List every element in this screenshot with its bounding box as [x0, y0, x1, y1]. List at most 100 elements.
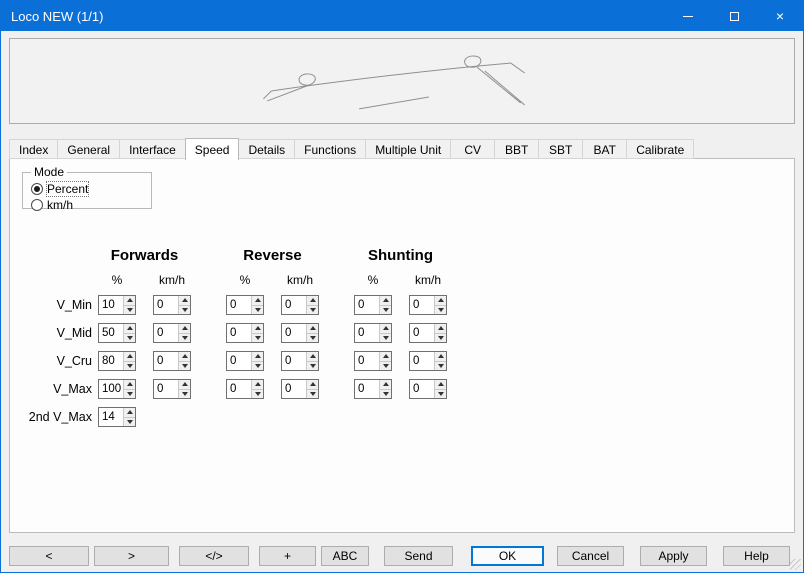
spinner-forwards-pct-vmid[interactable]: 50: [98, 323, 136, 343]
spin-up-icon[interactable]: [124, 296, 135, 306]
spin-up-icon[interactable]: [179, 380, 190, 390]
prev-button[interactable]: <: [9, 546, 89, 566]
spinner-shunting-pct-vmax[interactable]: 0: [354, 379, 392, 399]
spinner-shunting-kmh-vmid[interactable]: 0: [409, 323, 447, 343]
apply-button[interactable]: Apply: [640, 546, 707, 566]
spin-up-icon[interactable]: [380, 380, 391, 390]
spin-down-icon[interactable]: [252, 306, 263, 315]
spinner-shunting-kmh-vmin[interactable]: 0: [409, 295, 447, 315]
resize-grip[interactable]: [790, 559, 801, 570]
spin-up-icon[interactable]: [124, 408, 135, 418]
help-button[interactable]: Help: [723, 546, 790, 566]
spin-down-icon[interactable]: [307, 334, 318, 343]
spin-up-icon[interactable]: [435, 324, 446, 334]
spinner-forwards-pct-2nd-vmax[interactable]: 14: [98, 407, 136, 427]
spin-down-icon[interactable]: [179, 306, 190, 315]
spin-up-icon[interactable]: [380, 324, 391, 334]
add-button[interactable]: +: [259, 546, 316, 566]
maximize-button[interactable]: [711, 1, 757, 31]
spin-down-icon[interactable]: [380, 362, 391, 371]
spinner-forwards-pct-vmin[interactable]: 10: [98, 295, 136, 315]
spin-down-icon[interactable]: [124, 362, 135, 371]
spin-down-icon[interactable]: [179, 334, 190, 343]
spin-up-icon[interactable]: [124, 380, 135, 390]
spin-up-icon[interactable]: [307, 380, 318, 390]
spin-up-icon[interactable]: [252, 296, 263, 306]
spin-up-icon[interactable]: [435, 296, 446, 306]
close-button[interactable]: ×: [757, 1, 803, 31]
spin-down-icon[interactable]: [124, 306, 135, 315]
tab-calibrate[interactable]: Calibrate: [627, 139, 694, 159]
tab-sbt[interactable]: SBT: [539, 139, 583, 159]
cancel-button[interactable]: Cancel: [557, 546, 624, 566]
spin-down-icon[interactable]: [124, 390, 135, 399]
tab-speed[interactable]: Speed: [185, 138, 240, 160]
spinner-reverse-kmh-vmax[interactable]: 0: [281, 379, 319, 399]
spinner-reverse-kmh-vcru[interactable]: 0: [281, 351, 319, 371]
spinner-shunting-pct-vmin[interactable]: 0: [354, 295, 392, 315]
spin-up-icon[interactable]: [435, 352, 446, 362]
spinner-reverse-pct-vcru[interactable]: 0: [226, 351, 264, 371]
spinner-reverse-pct-vmid[interactable]: 0: [226, 323, 264, 343]
spin-up-icon[interactable]: [252, 352, 263, 362]
spin-down-icon[interactable]: [179, 390, 190, 399]
spin-up-icon[interactable]: [435, 380, 446, 390]
spin-down-icon[interactable]: [307, 306, 318, 315]
spinner-forwards-kmh-vcru[interactable]: 0: [153, 351, 191, 371]
spin-up-icon[interactable]: [252, 380, 263, 390]
spin-down-icon[interactable]: [124, 334, 135, 343]
spin-down-icon[interactable]: [307, 362, 318, 371]
spinner-forwards-kmh-vmax[interactable]: 0: [153, 379, 191, 399]
spinner-shunting-pct-vcru[interactable]: 0: [354, 351, 392, 371]
spinner-forwards-pct-vmax[interactable]: 100: [98, 379, 136, 399]
spin-up-icon[interactable]: [179, 352, 190, 362]
spin-down-icon[interactable]: [179, 362, 190, 371]
spinner-reverse-pct-vmax[interactable]: 0: [226, 379, 264, 399]
spin-down-icon[interactable]: [307, 390, 318, 399]
tab-index[interactable]: Index: [9, 139, 58, 159]
spin-down-icon[interactable]: [380, 334, 391, 343]
radio-percent[interactable]: Percent: [31, 182, 88, 196]
spinner-reverse-kmh-vmid[interactable]: 0: [281, 323, 319, 343]
spin-down-icon[interactable]: [252, 390, 263, 399]
spinner-reverse-kmh-vmin[interactable]: 0: [281, 295, 319, 315]
abc-button[interactable]: ABC: [321, 546, 369, 566]
spinner-forwards-pct-vcru[interactable]: 80: [98, 351, 136, 371]
tab-general[interactable]: General: [58, 139, 120, 159]
spin-up-icon[interactable]: [179, 324, 190, 334]
spinner-shunting-pct-vmid[interactable]: 0: [354, 323, 392, 343]
code-view-button[interactable]: </>: [179, 546, 249, 566]
tab-bat[interactable]: BAT: [583, 139, 627, 159]
spin-down-icon[interactable]: [252, 334, 263, 343]
spin-down-icon[interactable]: [435, 334, 446, 343]
spin-up-icon[interactable]: [252, 324, 263, 334]
spin-down-icon[interactable]: [380, 306, 391, 315]
tab-multiple-unit[interactable]: Multiple Unit: [366, 139, 451, 159]
spin-up-icon[interactable]: [124, 352, 135, 362]
spin-up-icon[interactable]: [307, 296, 318, 306]
spin-down-icon[interactable]: [124, 418, 135, 427]
tab-interface[interactable]: Interface: [120, 139, 186, 159]
spin-down-icon[interactable]: [435, 362, 446, 371]
spin-down-icon[interactable]: [252, 362, 263, 371]
spinner-forwards-kmh-vmid[interactable]: 0: [153, 323, 191, 343]
spin-up-icon[interactable]: [179, 296, 190, 306]
next-button[interactable]: >: [94, 546, 169, 566]
tab-details[interactable]: Details: [239, 139, 295, 159]
spin-up-icon[interactable]: [307, 324, 318, 334]
spin-down-icon[interactable]: [435, 390, 446, 399]
spin-down-icon[interactable]: [435, 306, 446, 315]
spinner-reverse-pct-vmin[interactable]: 0: [226, 295, 264, 315]
tab-cv[interactable]: CV: [451, 139, 495, 159]
spinner-shunting-kmh-vcru[interactable]: 0: [409, 351, 447, 371]
radio-kmh[interactable]: km/h: [31, 198, 73, 212]
tab-functions[interactable]: Functions: [295, 139, 366, 159]
spin-up-icon[interactable]: [307, 352, 318, 362]
tab-bbt[interactable]: BBT: [495, 139, 539, 159]
spinner-shunting-kmh-vmax[interactable]: 0: [409, 379, 447, 399]
spin-up-icon[interactable]: [380, 352, 391, 362]
spin-down-icon[interactable]: [380, 390, 391, 399]
send-button[interactable]: Send: [384, 546, 453, 566]
ok-button[interactable]: OK: [471, 546, 544, 566]
spin-up-icon[interactable]: [124, 324, 135, 334]
